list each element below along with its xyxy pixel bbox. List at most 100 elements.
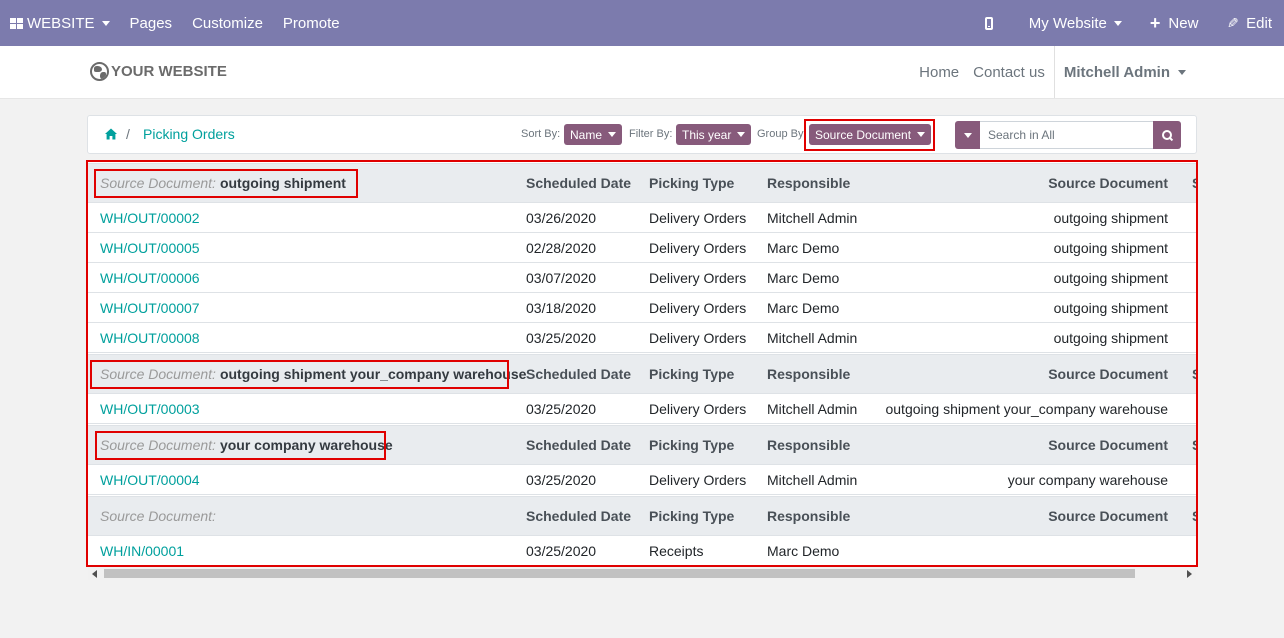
- picking-reference-link[interactable]: WH/OUT/00002: [100, 203, 200, 232]
- filter-value: This year: [682, 127, 732, 142]
- nav-home[interactable]: Home: [912, 64, 966, 81]
- search-input[interactable]: [980, 121, 1153, 149]
- mobile-preview-button[interactable]: [975, 0, 1019, 46]
- user-menu[interactable]: Mitchell Admin: [1053, 46, 1196, 98]
- group-label: Group By:: [757, 128, 807, 140]
- group-header-row[interactable]: Source Document: outgoing shipment Schedul…: [88, 163, 1196, 203]
- edit-label: Edit: [1246, 14, 1272, 32]
- column-header-src[interactable]: Source Document: [1048, 164, 1168, 202]
- column-header-type[interactable]: Picking Type: [649, 497, 734, 535]
- picking-reference-link[interactable]: WH/OUT/00007: [100, 293, 200, 322]
- column-header-extra[interactable]: S: [1192, 164, 1196, 202]
- user-name: Mitchell Admin: [1063, 63, 1170, 81]
- column-header-resp[interactable]: Responsible: [767, 355, 850, 393]
- table-row[interactable]: WH/OUT/00005 02/28/2020 Delivery Orders Mar…: [88, 233, 1196, 263]
- picking-reference-link[interactable]: WH/IN/00001: [100, 536, 184, 565]
- search-filter-dropdown[interactable]: [955, 121, 980, 149]
- cell-type: Delivery Orders: [649, 471, 747, 488]
- table-row[interactable]: WH/OUT/00006 03/07/2020 Delivery Orders Mar…: [88, 263, 1196, 293]
- home-icon[interactable]: [105, 128, 117, 140]
- pages-menu[interactable]: Pages: [120, 0, 183, 46]
- table-row[interactable]: WH/OUT/00008 03/25/2020 Delivery Orders Mit…: [88, 323, 1196, 353]
- picking-reference-link[interactable]: WH/OUT/00006: [100, 263, 200, 292]
- promote-menu[interactable]: Promote: [273, 0, 350, 46]
- column-header-extra[interactable]: S: [1192, 426, 1196, 464]
- group-header-row[interactable]: Source Document: Scheduled Date Picking Ty…: [88, 496, 1196, 536]
- breadcrumb-panel: / Picking Orders Sort By: Name Filter By…: [87, 115, 1197, 154]
- globe-icon: [90, 62, 109, 81]
- scroll-thumb[interactable]: [104, 569, 1135, 578]
- column-header-date[interactable]: Scheduled Date: [526, 497, 631, 535]
- column-header-type[interactable]: Picking Type: [649, 355, 734, 393]
- column-header-date[interactable]: Scheduled Date: [526, 164, 631, 202]
- cell-src: outgoing shipment your_company warehouse: [885, 400, 1168, 417]
- cell-type: Delivery Orders: [649, 239, 747, 256]
- site-nav: Home Contact us Mitchell Admin: [912, 46, 1196, 98]
- column-header-resp[interactable]: Responsible: [767, 164, 850, 202]
- website-menu[interactable]: WEBSITE: [0, 0, 120, 46]
- group-value: outgoing shipment your_company warehouse: [219, 366, 527, 382]
- column-header-resp[interactable]: Responsible: [767, 497, 850, 535]
- cell-resp: Marc Demo: [767, 542, 840, 559]
- breadcrumb-separator: /: [126, 126, 130, 142]
- picking-reference-link[interactable]: WH/OUT/00005: [100, 233, 200, 262]
- column-header-type[interactable]: Picking Type: [649, 164, 734, 202]
- column-header-src[interactable]: Source Document: [1048, 497, 1168, 535]
- apps-grid-icon: [10, 17, 23, 29]
- new-button[interactable]: + New: [1140, 0, 1218, 46]
- cell-date: 03/25/2020: [526, 471, 597, 488]
- column-header-extra[interactable]: S: [1192, 355, 1196, 393]
- table-row[interactable]: WH/IN/00001 03/25/2020 Receipts Marc Demo: [88, 536, 1196, 566]
- group-title: Source Document: outgoing shipment your_c…: [100, 355, 526, 393]
- edit-button[interactable]: ✎ Edit: [1217, 0, 1284, 46]
- scroll-left-arrow-icon[interactable]: [92, 570, 97, 578]
- website-menu-label: WEBSITE: [27, 14, 95, 32]
- group-header-row[interactable]: Source Document: outgoing shipment your_c…: [88, 354, 1196, 394]
- cell-src: outgoing shipment: [1053, 209, 1168, 226]
- plus-icon: +: [1149, 13, 1161, 33]
- table-row[interactable]: WH/OUT/00007 03/18/2020 Delivery Orders Mar…: [88, 293, 1196, 323]
- group-title: Source Document:: [100, 497, 220, 535]
- cell-type: Delivery Orders: [649, 400, 747, 417]
- group-header-row[interactable]: Source Document: your company warehouse Sc…: [88, 425, 1196, 465]
- picking-reference-link[interactable]: WH/OUT/00004: [100, 465, 200, 494]
- column-header-extra[interactable]: S: [1192, 497, 1196, 535]
- column-header-date[interactable]: Scheduled Date: [526, 355, 631, 393]
- group-label: Source Document:: [100, 366, 216, 382]
- cell-src: outgoing shipment: [1053, 269, 1168, 286]
- sort-value: Name: [570, 127, 603, 142]
- table-row[interactable]: WH/OUT/00004 03/25/2020 Delivery Orders Mit…: [88, 465, 1196, 495]
- cell-src: your company warehouse: [1007, 471, 1168, 488]
- caret-down-icon: [101, 20, 110, 26]
- group-title: Source Document: your company warehouse: [100, 426, 393, 464]
- sort-dropdown[interactable]: Name: [564, 124, 623, 145]
- column-header-src[interactable]: Source Document: [1048, 355, 1168, 393]
- my-website-label: My Website: [1028, 14, 1107, 32]
- column-header-type[interactable]: Picking Type: [649, 426, 734, 464]
- cell-src: outgoing shipment: [1053, 239, 1168, 256]
- filter-dropdown[interactable]: This year: [676, 124, 752, 145]
- table-row[interactable]: WH/OUT/00003 03/25/2020 Delivery Orders Mit…: [88, 394, 1196, 424]
- horizontal-scrollbar[interactable]: [88, 567, 1196, 580]
- column-header-src[interactable]: Source Document: [1048, 426, 1168, 464]
- column-header-date[interactable]: Scheduled Date: [526, 426, 631, 464]
- cell-date: 03/25/2020: [526, 400, 597, 417]
- breadcrumb-current[interactable]: Picking Orders: [143, 126, 235, 142]
- cell-resp: Mitchell Admin: [767, 329, 858, 346]
- search-button[interactable]: [1153, 121, 1181, 149]
- my-website-menu[interactable]: My Website: [1019, 0, 1140, 46]
- column-header-resp[interactable]: Responsible: [767, 426, 850, 464]
- cell-resp: Mitchell Admin: [767, 400, 858, 417]
- cell-resp: Mitchell Admin: [767, 209, 858, 226]
- picking-reference-link[interactable]: WH/OUT/00008: [100, 323, 200, 352]
- picking-reference-link[interactable]: WH/OUT/00003: [100, 394, 200, 423]
- group-label: Source Document:: [100, 437, 216, 453]
- table-row[interactable]: WH/OUT/00002 03/26/2020 Delivery Orders Mit…: [88, 203, 1196, 233]
- nav-contact-us[interactable]: Contact us: [966, 64, 1052, 81]
- cell-type: Delivery Orders: [649, 209, 747, 226]
- admin-topbar: WEBSITE Pages Customize Promote My Websi…: [0, 0, 1284, 46]
- customize-menu[interactable]: Customize: [182, 0, 273, 46]
- scroll-right-arrow-icon[interactable]: [1187, 570, 1192, 578]
- search-box: [955, 121, 1181, 149]
- site-logo[interactable]: YOUR WEBSITE: [90, 62, 227, 81]
